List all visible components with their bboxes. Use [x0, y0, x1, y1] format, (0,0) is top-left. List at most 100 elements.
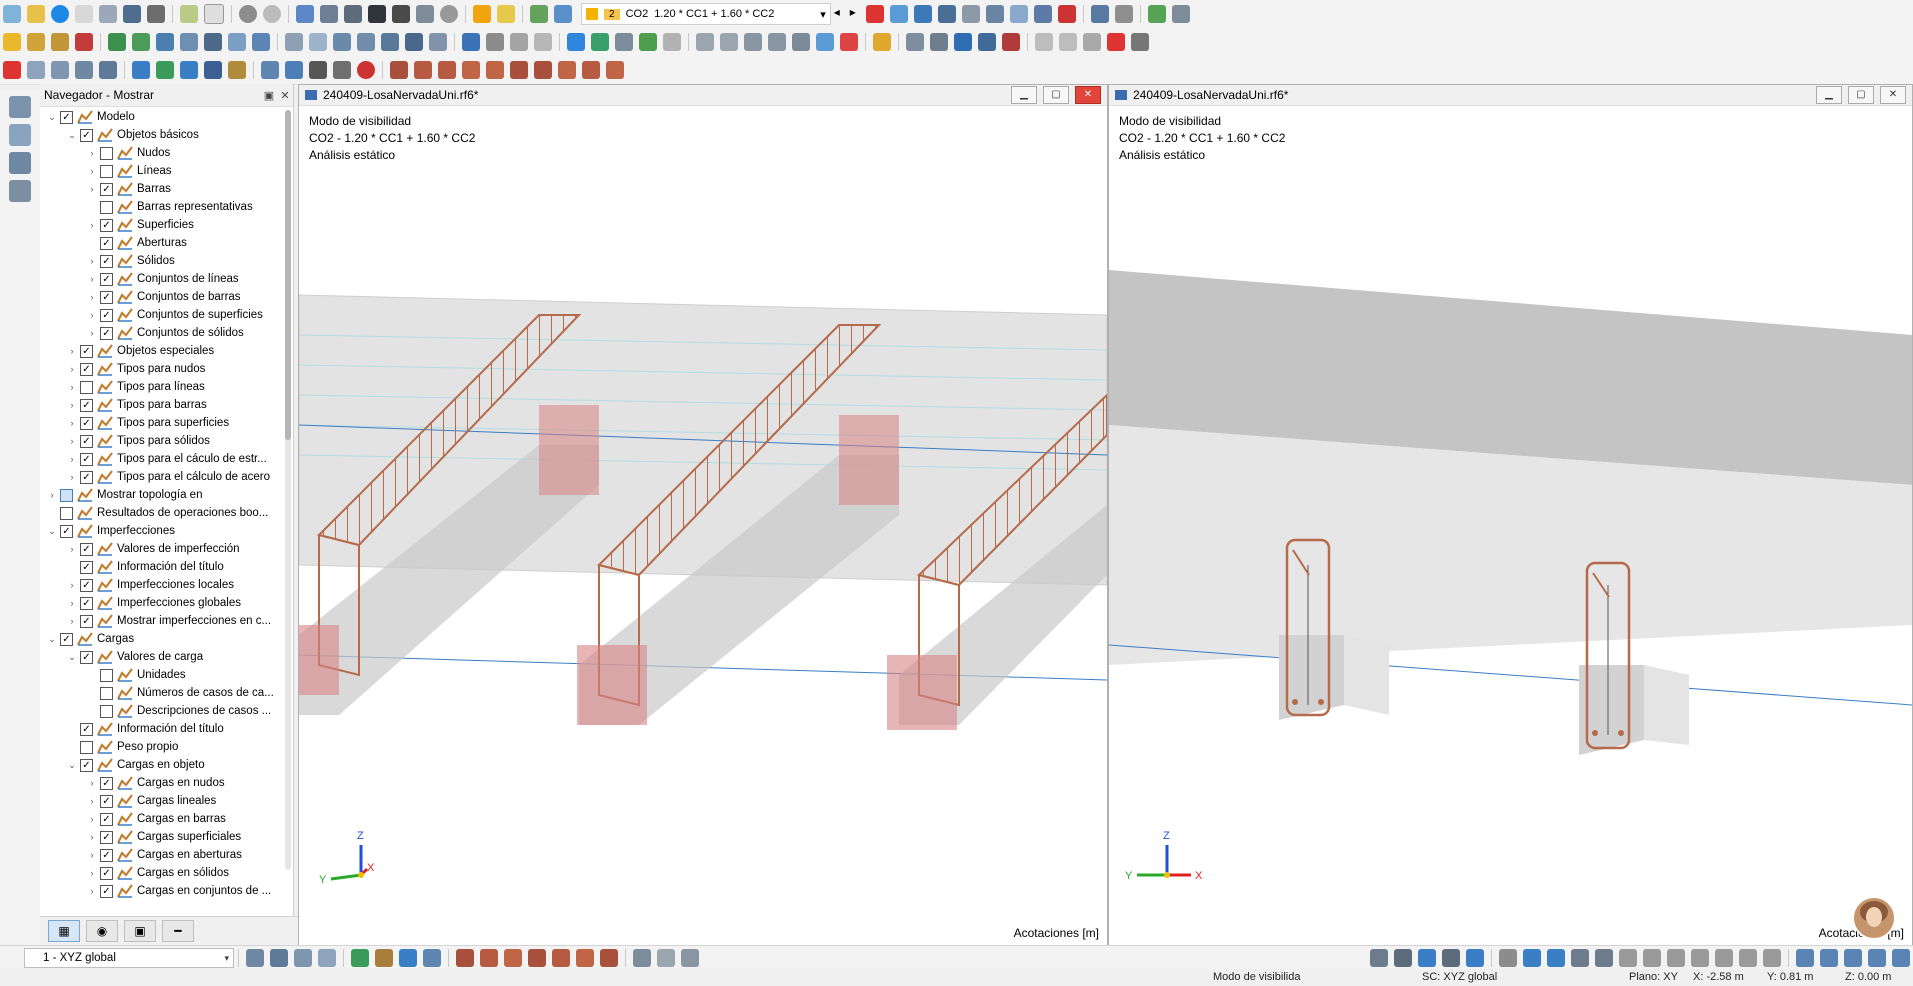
- user-avatar[interactable]: [1852, 896, 1896, 940]
- tree-item[interactable]: › ✓ Conjuntos de superficies: [40, 306, 280, 324]
- iso-view-icon[interactable]: [27, 61, 45, 79]
- chevron-right-icon[interactable]: ›: [86, 814, 98, 824]
- chevron-down-icon[interactable]: ⌄: [66, 652, 78, 663]
- chevron-right-icon[interactable]: ›: [66, 544, 78, 554]
- print-icon[interactable]: [147, 5, 165, 23]
- combination-wizard-icon[interactable]: [554, 5, 572, 23]
- target-icon[interactable]: [357, 61, 375, 79]
- axis-combo-icon[interactable]: [204, 61, 222, 79]
- display-icon[interactable]: [261, 61, 279, 79]
- rebar-arc-icon[interactable]: [462, 61, 480, 79]
- chevron-right-icon[interactable]: ›: [66, 346, 78, 356]
- minimize-button[interactable]: ▁: [1816, 86, 1842, 104]
- opening-icon[interactable]: [180, 33, 198, 51]
- tree-checkbox[interactable]: ✓: [80, 650, 93, 664]
- view-delete-icon[interactable]: [270, 949, 288, 967]
- chevron-down-icon[interactable]: ⌄: [66, 130, 78, 141]
- tree-item[interactable]: ✓ Aberturas: [40, 234, 280, 252]
- web-service-icon[interactable]: [51, 5, 69, 23]
- tree-checkbox[interactable]: [80, 740, 93, 754]
- tree-item[interactable]: ✓ Información del título: [40, 558, 280, 576]
- tree-checkbox[interactable]: ✓: [100, 830, 113, 844]
- brush-icon[interactable]: [1171, 5, 1190, 23]
- previous-load-icon[interactable]: ◂: [834, 5, 844, 23]
- chevron-down-icon[interactable]: ⌄: [46, 112, 58, 123]
- tree-checkbox[interactable]: ✓: [80, 578, 93, 592]
- status-ortho-icon[interactable]: [1418, 949, 1436, 967]
- tree-checkbox[interactable]: ✓: [80, 128, 93, 142]
- rebar-cross-icon[interactable]: [534, 61, 552, 79]
- load-table-icon[interactable]: [497, 5, 515, 23]
- tree-checkbox[interactable]: ✓: [80, 416, 93, 430]
- status-view7-icon[interactable]: [1667, 949, 1685, 967]
- coordinate-icon[interactable]: [228, 61, 246, 79]
- tree-item[interactable]: ⌄ ✓ Valores de carga: [40, 648, 280, 666]
- view-select[interactable]: 1 - XYZ global ▾: [24, 948, 234, 968]
- status-view2-icon[interactable]: [1547, 949, 1565, 967]
- report-icon[interactable]: [180, 5, 198, 23]
- rebar-diag-icon[interactable]: [558, 61, 576, 79]
- tree-checkbox[interactable]: ✓: [100, 776, 113, 790]
- tree-checkbox[interactable]: ✓: [100, 218, 113, 232]
- solid-icon[interactable]: [204, 33, 222, 51]
- document-icon[interactable]: [204, 4, 224, 24]
- status-angle-icon[interactable]: [1499, 949, 1517, 967]
- divide-icon[interactable]: [744, 33, 762, 51]
- tree-checkbox[interactable]: ✓: [80, 470, 93, 484]
- chevron-right-icon[interactable]: ›: [86, 778, 98, 788]
- view-copy-icon[interactable]: [246, 949, 264, 967]
- rebar-cut-icon[interactable]: [606, 61, 624, 79]
- status-view1-icon[interactable]: [1523, 949, 1541, 967]
- chevron-right-icon[interactable]: ›: [66, 436, 78, 446]
- device-icon[interactable]: [416, 5, 434, 23]
- chevron-right-icon[interactable]: ›: [86, 868, 98, 878]
- distribute-icon[interactable]: [720, 33, 738, 51]
- pin-icon[interactable]: [840, 33, 858, 51]
- intersect-icon[interactable]: [792, 33, 810, 51]
- frame-icon[interactable]: [486, 33, 504, 51]
- tree-item[interactable]: › ✓ Conjuntos de líneas: [40, 270, 280, 288]
- measure-icon[interactable]: [405, 33, 423, 51]
- calculator-icon[interactable]: [344, 5, 362, 23]
- tree-item[interactable]: › ✓ Cargas en aberturas: [40, 846, 280, 864]
- layout-5-icon[interactable]: [1892, 949, 1910, 967]
- tree-item[interactable]: ⌄ ✓ Objetos básicos: [40, 126, 280, 144]
- next-load-icon[interactable]: ▸: [850, 5, 860, 23]
- results-off-icon[interactable]: [865, 5, 884, 23]
- tree-checkbox[interactable]: ✓: [100, 254, 113, 268]
- node-snap-icon[interactable]: [351, 949, 369, 967]
- chevron-right-icon[interactable]: ›: [66, 382, 78, 392]
- tree-checkbox[interactable]: ✓: [80, 614, 93, 628]
- image-icon[interactable]: [1147, 5, 1166, 23]
- tree-checkbox[interactable]: ✓: [100, 308, 113, 322]
- settings-icon[interactable]: [930, 33, 948, 51]
- load-combination-selector[interactable]: 2 CO2 1.20 * CC1 + 1.60 * CC2 ▾: [581, 3, 831, 25]
- rebar-angle-icon[interactable]: [414, 61, 432, 79]
- chevron-right-icon[interactable]: ›: [86, 184, 98, 194]
- node-icon[interactable]: [285, 33, 303, 51]
- tab-views[interactable]: ▣: [124, 920, 156, 942]
- tree-checkbox[interactable]: ✓: [100, 326, 113, 340]
- chevron-right-icon[interactable]: ›: [66, 616, 78, 626]
- shape-icon[interactable]: [633, 949, 651, 967]
- rotate-icon[interactable]: [1059, 33, 1077, 51]
- hatch-icon[interactable]: [657, 949, 675, 967]
- tree-item[interactable]: ⌄ ✓ Modelo: [40, 108, 280, 126]
- close-button[interactable]: ✕: [1880, 86, 1906, 104]
- extend-icon[interactable]: [816, 33, 834, 51]
- grid-icon[interactable]: [320, 5, 338, 23]
- pdf-icon[interactable]: [392, 5, 410, 23]
- chevron-right-icon[interactable]: ›: [86, 310, 98, 320]
- console-icon[interactable]: [368, 5, 386, 23]
- tree-checkbox[interactable]: [100, 200, 113, 214]
- dim-icon[interactable]: [333, 61, 351, 79]
- tree-checkbox[interactable]: ✓: [80, 722, 93, 736]
- dock-icon[interactable]: ▣: [261, 89, 277, 102]
- chevron-right-icon[interactable]: ›: [66, 598, 78, 608]
- tree-item[interactable]: › ✓ Conjuntos de sólidos: [40, 324, 280, 342]
- axis-x-icon[interactable]: [132, 61, 150, 79]
- table-icon[interactable]: [296, 5, 314, 23]
- chevron-right-icon[interactable]: ›: [86, 274, 98, 284]
- status-view3-icon[interactable]: [1571, 949, 1589, 967]
- tree-item[interactable]: ⌄ ✓ Imperfecciones: [40, 522, 280, 540]
